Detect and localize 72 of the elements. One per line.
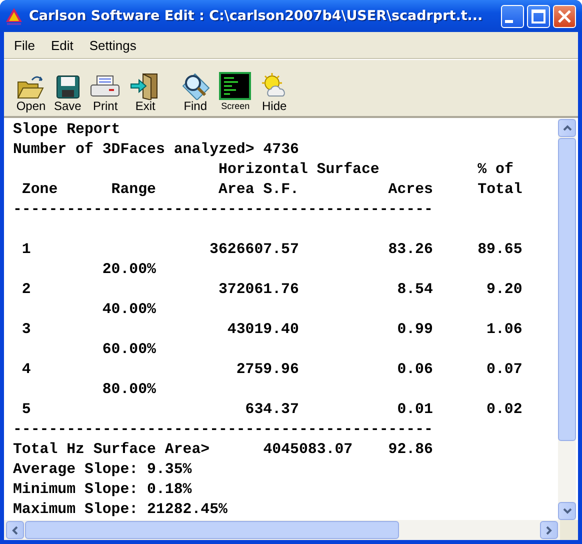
- column-header: Area S.F.: [218, 181, 299, 200]
- chevron-left-icon: [12, 526, 18, 534]
- scroll-up-button[interactable]: [558, 119, 576, 137]
- area-cell-text: 372061.76: [218, 281, 299, 300]
- toolbar-button[interactable]: Print: [85, 74, 126, 113]
- scroll-thumb[interactable]: [558, 138, 576, 441]
- slope-stat-line: Minimum Slope: 0.18%: [13, 481, 193, 500]
- menu-item[interactable]: Edit: [42, 38, 82, 52]
- scroll-thumb[interactable]: [25, 521, 399, 539]
- zone-cell-text: 3: [22, 321, 31, 340]
- scroll-down-button[interactable]: [558, 502, 576, 520]
- total-label: Total Hz Surface Area>: [13, 441, 210, 460]
- column-header: Zone: [22, 181, 58, 200]
- app-logo-icon: [4, 6, 24, 26]
- toolbar-button[interactable]: Hide: [255, 72, 294, 113]
- dashed-separator: -----------------------------------------------: [13, 201, 433, 220]
- acres-cell-text: 0.01: [397, 401, 433, 420]
- area-cell-text: 3626607.57: [210, 241, 299, 260]
- vertical-scrollbar[interactable]: [558, 119, 576, 520]
- toolbar-button[interactable]: Save: [50, 74, 86, 113]
- report-title: Slope Report: [13, 121, 122, 140]
- maximize-button[interactable]: [527, 4, 550, 28]
- folder-icon: [16, 74, 46, 100]
- percent-cell-text: 9.20: [486, 281, 522, 300]
- percent-cell-text: 0.07: [486, 361, 522, 380]
- menu-item[interactable]: Settings: [81, 38, 144, 52]
- faces-count-line: Number of 3DFaces analyzed> 4736: [13, 141, 300, 160]
- menu-item[interactable]: File: [6, 38, 43, 52]
- scroll-left-button[interactable]: [6, 521, 24, 539]
- terminal-screen-icon: [219, 72, 252, 100]
- column-header: Range: [111, 181, 156, 200]
- toolbar-button[interactable]: Find: [175, 72, 216, 113]
- toolbar-button[interactable]: Screen: [215, 72, 256, 113]
- zone-cell-text: 1: [22, 241, 31, 260]
- slope-stat-line: Maximum Slope: 21282.45%: [13, 501, 228, 520]
- percent-cell-text: 89.65: [478, 241, 522, 260]
- column-header: % of: [478, 161, 514, 180]
- close-button[interactable]: [553, 4, 576, 28]
- minimize-icon: [504, 20, 512, 23]
- column-header: Total: [478, 181, 522, 200]
- minimize-button[interactable]: [501, 4, 524, 28]
- chevron-right-icon: [546, 526, 552, 534]
- toolbar-button[interactable]: Open: [12, 74, 50, 113]
- horizontal-scrollbar[interactable]: [4, 520, 560, 540]
- acres-cell-text: 83.26: [388, 241, 433, 260]
- zone-cell-text: 4: [22, 361, 31, 380]
- slope-stat-line: Average Slope: 9.35%: [13, 461, 193, 480]
- percent-cell-text: 0.02: [486, 401, 522, 420]
- range-cell-text: 20.00%: [102, 261, 156, 280]
- scroll-right-button[interactable]: [540, 521, 558, 539]
- acres-cell-text: 0.99: [397, 321, 433, 340]
- range-cell-text: 40.00%: [102, 301, 156, 320]
- zone-cell-text: 2: [22, 281, 31, 300]
- acres-cell-text: 8.54: [397, 281, 433, 300]
- column-header: Horizontal Surface: [218, 161, 380, 180]
- range-cell-text: 60.00%: [102, 341, 156, 360]
- chevron-down-icon: [562, 508, 572, 514]
- range-cell-text: 80.00%: [102, 381, 156, 400]
- chevron-up-icon: [562, 125, 572, 131]
- area-cell-text: 2759.96: [236, 361, 299, 380]
- acres-cell-text: 0.06: [397, 361, 433, 380]
- column-header: Acres: [388, 181, 433, 200]
- dashed-separator: -----------------------------------------------: [13, 421, 433, 440]
- zone-cell-text: 5: [22, 401, 31, 420]
- area-cell-text: 634.37: [245, 401, 299, 420]
- total-acres-value: 92.86: [388, 441, 433, 460]
- percent-cell-text: 1.06: [486, 321, 522, 340]
- area-cell-text: 43019.40: [227, 321, 299, 340]
- resize-grip[interactable]: [560, 520, 578, 540]
- total-area-value: 4045083.07: [263, 441, 353, 460]
- window-title: Carlson Software Edit : C:\carlson2007b4\USER\scadrprt.t...: [29, 8, 484, 24]
- toolbar-button[interactable]: Exit: [125, 72, 166, 113]
